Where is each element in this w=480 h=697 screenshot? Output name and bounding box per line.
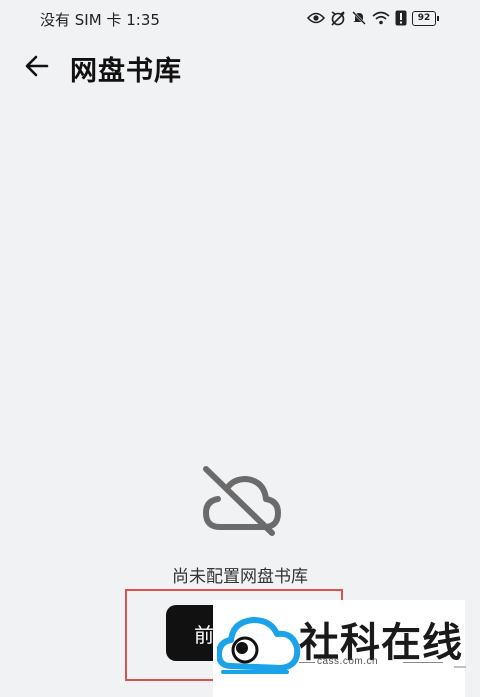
battery-icon: 92 (412, 10, 439, 26)
carrier-label: 没有 SIM 卡 (40, 11, 122, 29)
eye-icon (307, 12, 325, 24)
watermark-logo-icon (217, 617, 301, 674)
status-bar: 没有 SIM 卡 1:35 92 (0, 0, 480, 36)
page-title: 网盘书库 (70, 56, 182, 87)
status-icons: 92 (307, 9, 439, 27)
wifi-icon (372, 11, 390, 25)
corner-hint-icon (454, 666, 466, 668)
watermark: 社科在线 cass.com.cn (213, 600, 465, 697)
alert-icon (395, 10, 407, 26)
empty-state-message: 尚未配置网盘书库 (172, 567, 308, 587)
cloud-off-icon (203, 466, 281, 536)
watermark-url: cass.com.cn (317, 656, 379, 667)
app-bar: 网盘书库 (0, 40, 480, 96)
status-text: 没有 SIM 卡 1:35 (40, 9, 160, 30)
watermark-divider-right (403, 662, 443, 663)
back-arrow-icon[interactable] (22, 50, 54, 82)
watermark-divider-left (299, 662, 315, 663)
alarm-off-icon (331, 11, 345, 26)
mute-icon (352, 11, 366, 25)
clock: 1:35 (126, 11, 160, 29)
